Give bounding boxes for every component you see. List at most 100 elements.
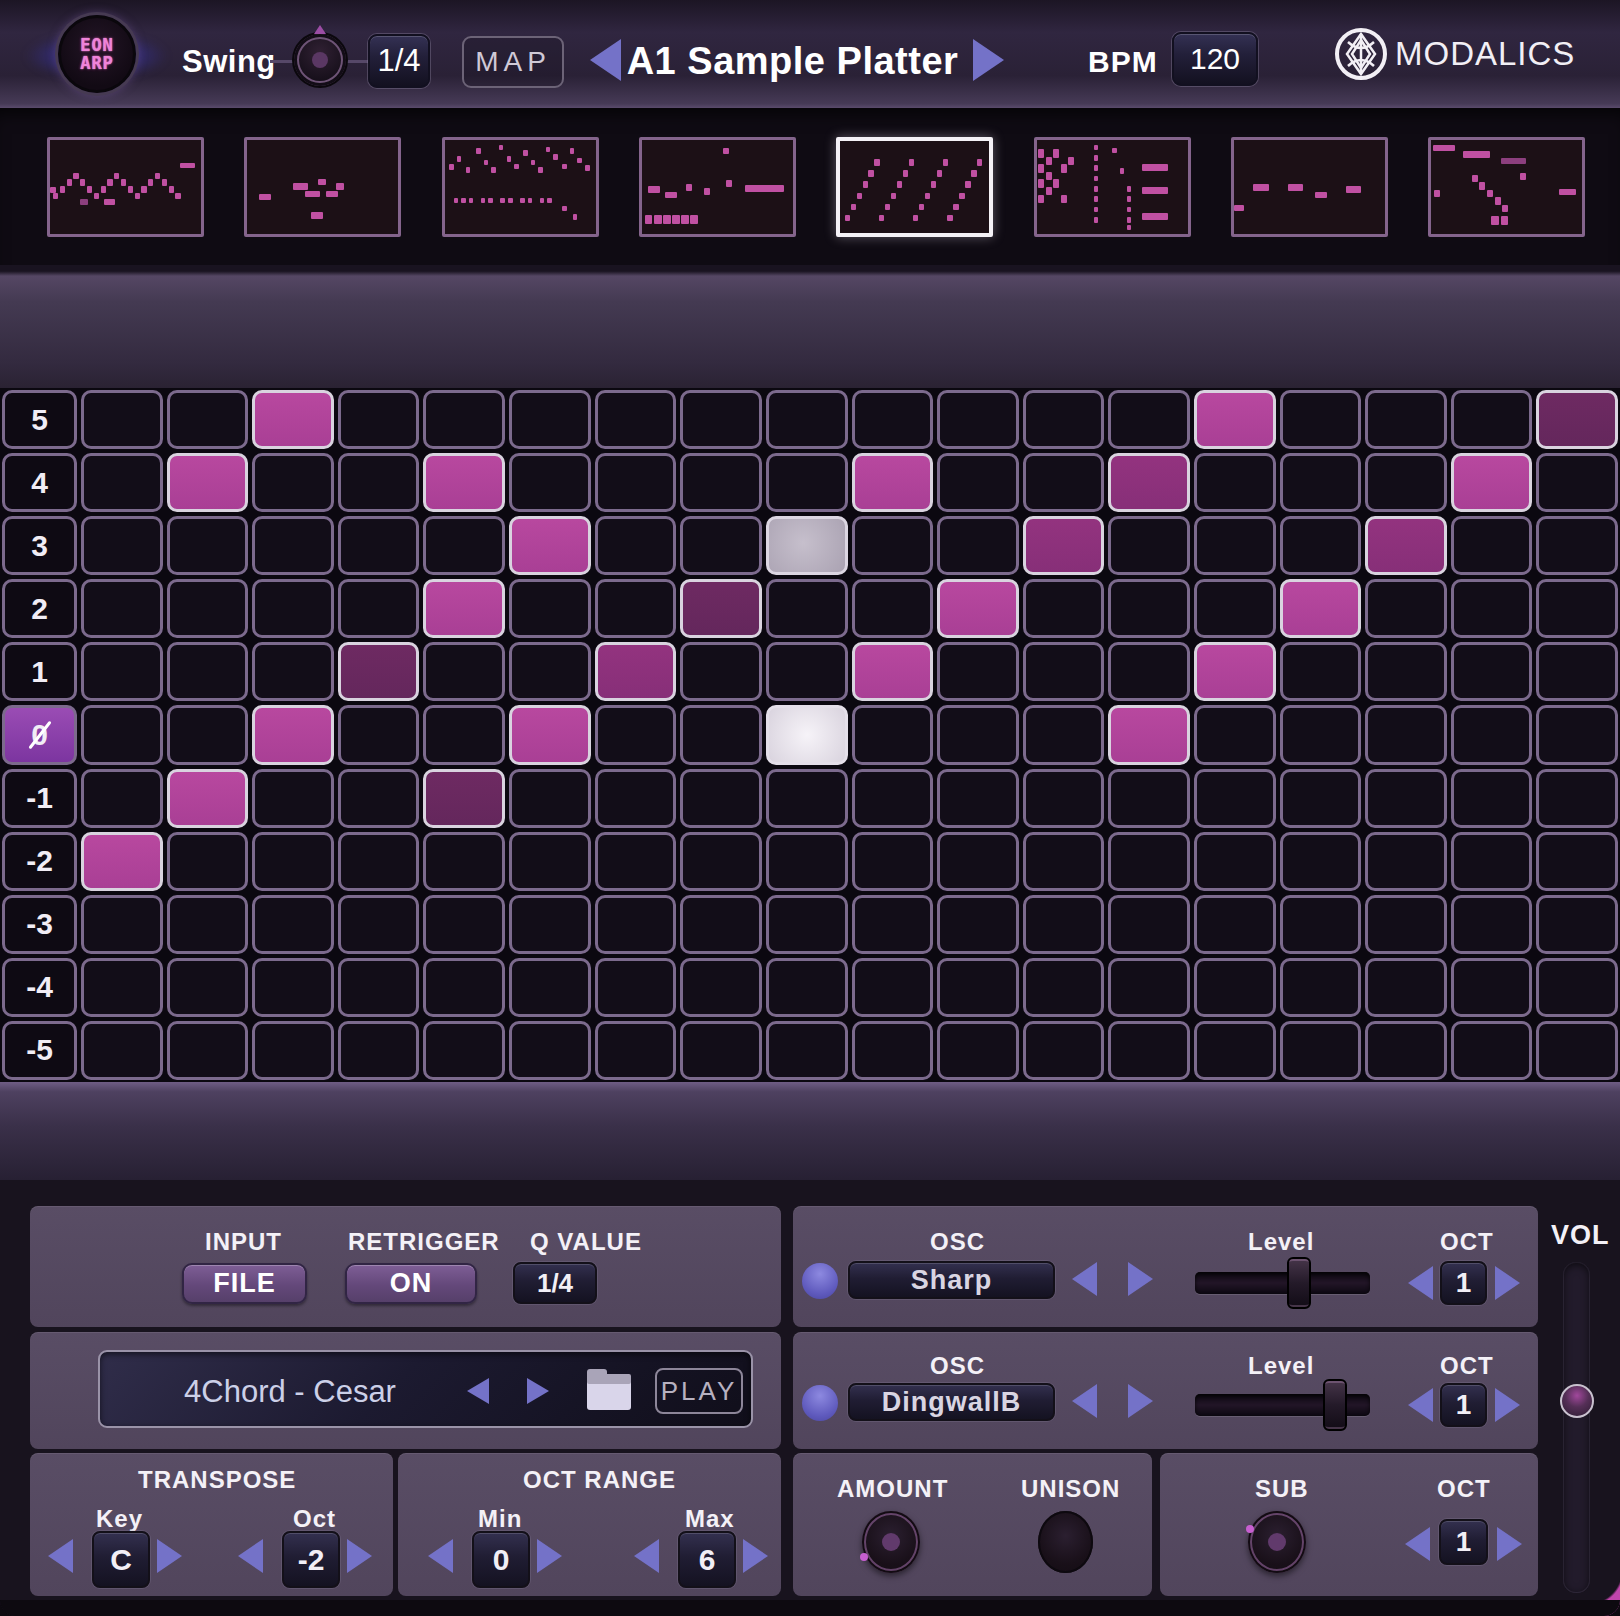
grid-cell-r-1-c14[interactable] bbox=[1280, 769, 1362, 828]
grid-cell-r0-c1[interactable] bbox=[167, 705, 249, 764]
grid-cell-r3-c4[interactable] bbox=[423, 516, 505, 575]
sub-oct-next[interactable] bbox=[1497, 1527, 1522, 1561]
grid-cell-r2-c10[interactable] bbox=[937, 579, 1019, 638]
grid-cell-r-5-c17[interactable] bbox=[1536, 1021, 1618, 1080]
row-label--1[interactable]: -1 bbox=[2, 769, 77, 828]
grid-cell-r-2-c12[interactable] bbox=[1108, 832, 1190, 891]
grid-cell-r-2-c14[interactable] bbox=[1280, 832, 1362, 891]
grid-cell-r-5-c2[interactable] bbox=[252, 1021, 334, 1080]
grid-cell-r-3-c5[interactable] bbox=[509, 895, 591, 954]
grid-cell-r3-c15[interactable] bbox=[1365, 516, 1447, 575]
grid-cell-r-4-c8[interactable] bbox=[766, 958, 848, 1017]
grid-cell-r-5-c4[interactable] bbox=[423, 1021, 505, 1080]
grid-cell-r-1-c5[interactable] bbox=[509, 769, 591, 828]
grid-cell-r4-c9[interactable] bbox=[852, 453, 934, 512]
grid-cell-r2-c11[interactable] bbox=[1023, 579, 1105, 638]
grid-cell-r-4-c0[interactable] bbox=[81, 958, 163, 1017]
osc2-prev-arrow[interactable] bbox=[1072, 1384, 1097, 1418]
osc2-level-slider[interactable] bbox=[1195, 1394, 1370, 1416]
grid-cell-r3-c5[interactable] bbox=[509, 516, 591, 575]
grid-cell-r-4-c14[interactable] bbox=[1280, 958, 1362, 1017]
min-next-arrow[interactable] bbox=[537, 1539, 562, 1573]
min-value-box[interactable]: 0 bbox=[472, 1531, 530, 1588]
grid-cell-r0-c12[interactable] bbox=[1108, 705, 1190, 764]
row-label-5[interactable]: 5 bbox=[2, 390, 77, 449]
grid-cell-r-5-c12[interactable] bbox=[1108, 1021, 1190, 1080]
grid-cell-r-2-c11[interactable] bbox=[1023, 832, 1105, 891]
grid-cell-r5-c12[interactable] bbox=[1108, 390, 1190, 449]
grid-cell-r1-c16[interactable] bbox=[1451, 642, 1533, 701]
grid-cell-r2-c0[interactable] bbox=[81, 579, 163, 638]
grid-cell-r-3-c3[interactable] bbox=[338, 895, 420, 954]
grid-cell-r-4-c2[interactable] bbox=[252, 958, 334, 1017]
grid-cell-r1-c7[interactable] bbox=[680, 642, 762, 701]
grid-cell-r4-c13[interactable] bbox=[1194, 453, 1276, 512]
grid-cell-r4-c6[interactable] bbox=[595, 453, 677, 512]
grid-cell-r-5-c10[interactable] bbox=[937, 1021, 1019, 1080]
grid-cell-r1-c6[interactable] bbox=[595, 642, 677, 701]
grid-cell-r5-c3[interactable] bbox=[338, 390, 420, 449]
grid-cell-r0-c14[interactable] bbox=[1280, 705, 1362, 764]
grid-cell-r-5-c0[interactable] bbox=[81, 1021, 163, 1080]
grid-cell-r3-c14[interactable] bbox=[1280, 516, 1362, 575]
grid-cell-r1-c10[interactable] bbox=[937, 642, 1019, 701]
grid-cell-r2-c6[interactable] bbox=[595, 579, 677, 638]
grid-cell-r-4-c4[interactable] bbox=[423, 958, 505, 1017]
grid-cell-r3-c12[interactable] bbox=[1108, 516, 1190, 575]
grid-cell-r4-c10[interactable] bbox=[937, 453, 1019, 512]
grid-cell-r1-c1[interactable] bbox=[167, 642, 249, 701]
grid-cell-r-3-c11[interactable] bbox=[1023, 895, 1105, 954]
grid-cell-r-3-c15[interactable] bbox=[1365, 895, 1447, 954]
grid-cell-r4-c1[interactable] bbox=[167, 453, 249, 512]
grid-cell-r-1-c1[interactable] bbox=[167, 769, 249, 828]
qvalue-box[interactable]: 1/4 bbox=[513, 1262, 597, 1304]
grid-cell-r1-c15[interactable] bbox=[1365, 642, 1447, 701]
max-next-arrow[interactable] bbox=[743, 1539, 768, 1573]
grid-cell-r-1-c6[interactable] bbox=[595, 769, 677, 828]
osc2-level-knob[interactable] bbox=[1323, 1379, 1347, 1431]
file-next-arrow[interactable] bbox=[527, 1378, 549, 1404]
grid-cell-r-2-c6[interactable] bbox=[595, 832, 677, 891]
grid-cell-r-2-c9[interactable] bbox=[852, 832, 934, 891]
grid-cell-r3-c8[interactable] bbox=[766, 516, 848, 575]
grid-cell-r2-c14[interactable] bbox=[1280, 579, 1362, 638]
grid-cell-r5-c7[interactable] bbox=[680, 390, 762, 449]
grid-cell-r1-c0[interactable] bbox=[81, 642, 163, 701]
grid-cell-r4-c16[interactable] bbox=[1451, 453, 1533, 512]
grid-cell-r0-c5[interactable] bbox=[509, 705, 591, 764]
grid-cell-r-2-c1[interactable] bbox=[167, 832, 249, 891]
max-prev-arrow[interactable] bbox=[634, 1539, 659, 1573]
grid-cell-r2-c8[interactable] bbox=[766, 579, 848, 638]
map-button[interactable]: MAP bbox=[462, 36, 564, 88]
max-value-box[interactable]: 6 bbox=[678, 1531, 736, 1588]
grid-cell-r2-c12[interactable] bbox=[1108, 579, 1190, 638]
grid-cell-r4-c11[interactable] bbox=[1023, 453, 1105, 512]
grid-cell-r2-c15[interactable] bbox=[1365, 579, 1447, 638]
grid-cell-r-5-c5[interactable] bbox=[509, 1021, 591, 1080]
grid-cell-r5-c0[interactable] bbox=[81, 390, 163, 449]
grid-cell-r-2-c0[interactable] bbox=[81, 832, 163, 891]
swing-knob[interactable] bbox=[292, 32, 348, 88]
sub-knob[interactable] bbox=[1248, 1511, 1306, 1573]
grid-cell-r5-c5[interactable] bbox=[509, 390, 591, 449]
grid-cell-r-1-c10[interactable] bbox=[937, 769, 1019, 828]
grid-cell-r5-c6[interactable] bbox=[595, 390, 677, 449]
grid-cell-r3-c16[interactable] bbox=[1451, 516, 1533, 575]
volume-slider[interactable] bbox=[1563, 1262, 1590, 1593]
grid-cell-r3-c11[interactable] bbox=[1023, 516, 1105, 575]
grid-cell-r4-c14[interactable] bbox=[1280, 453, 1362, 512]
grid-cell-r-4-c13[interactable] bbox=[1194, 958, 1276, 1017]
grid-cell-r4-c12[interactable] bbox=[1108, 453, 1190, 512]
grid-cell-r5-c8[interactable] bbox=[766, 390, 848, 449]
grid-cell-r0-c3[interactable] bbox=[338, 705, 420, 764]
unison-knob[interactable] bbox=[1038, 1511, 1093, 1573]
grid-cell-r-1-c16[interactable] bbox=[1451, 769, 1533, 828]
grid-cell-r-3-c0[interactable] bbox=[81, 895, 163, 954]
grid-cell-r5-c4[interactable] bbox=[423, 390, 505, 449]
grid-cell-r-4-c11[interactable] bbox=[1023, 958, 1105, 1017]
grid-cell-r0-c16[interactable] bbox=[1451, 705, 1533, 764]
folder-icon[interactable] bbox=[587, 1376, 631, 1410]
osc2-next-arrow[interactable] bbox=[1128, 1384, 1153, 1418]
grid-cell-r-4-c5[interactable] bbox=[509, 958, 591, 1017]
pattern-thumbnail-1[interactable] bbox=[47, 137, 204, 237]
